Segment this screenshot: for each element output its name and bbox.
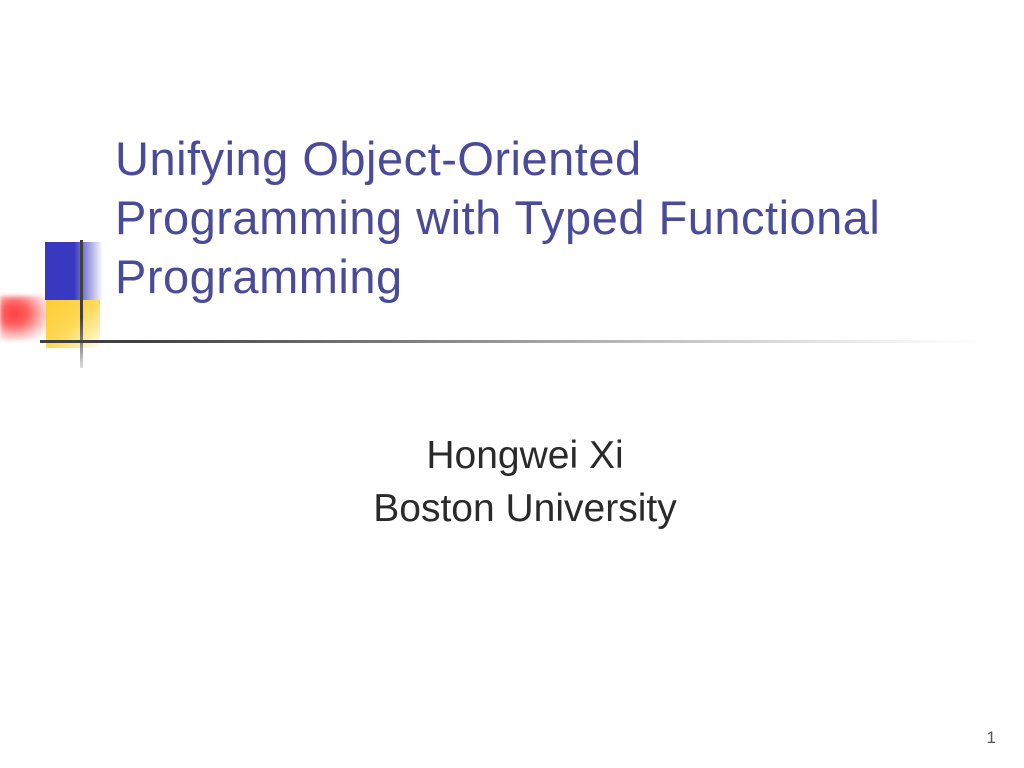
slide-title: Unifying Object-Oriented Programming wit… [115,130,935,306]
blue-accent-shape [45,242,103,300]
author-affiliation: Boston University [115,483,935,536]
author-name: Hongwei Xi [115,430,935,483]
vertical-divider [80,240,83,368]
presentation-slide: Unifying Object-Oriented Programming wit… [0,0,1024,768]
page-number: 1 [987,728,996,748]
red-accent-shape [0,296,48,340]
slide-content: Hongwei Xi Boston University [115,430,935,535]
slide-decoration [0,242,120,352]
horizontal-divider [40,340,980,343]
